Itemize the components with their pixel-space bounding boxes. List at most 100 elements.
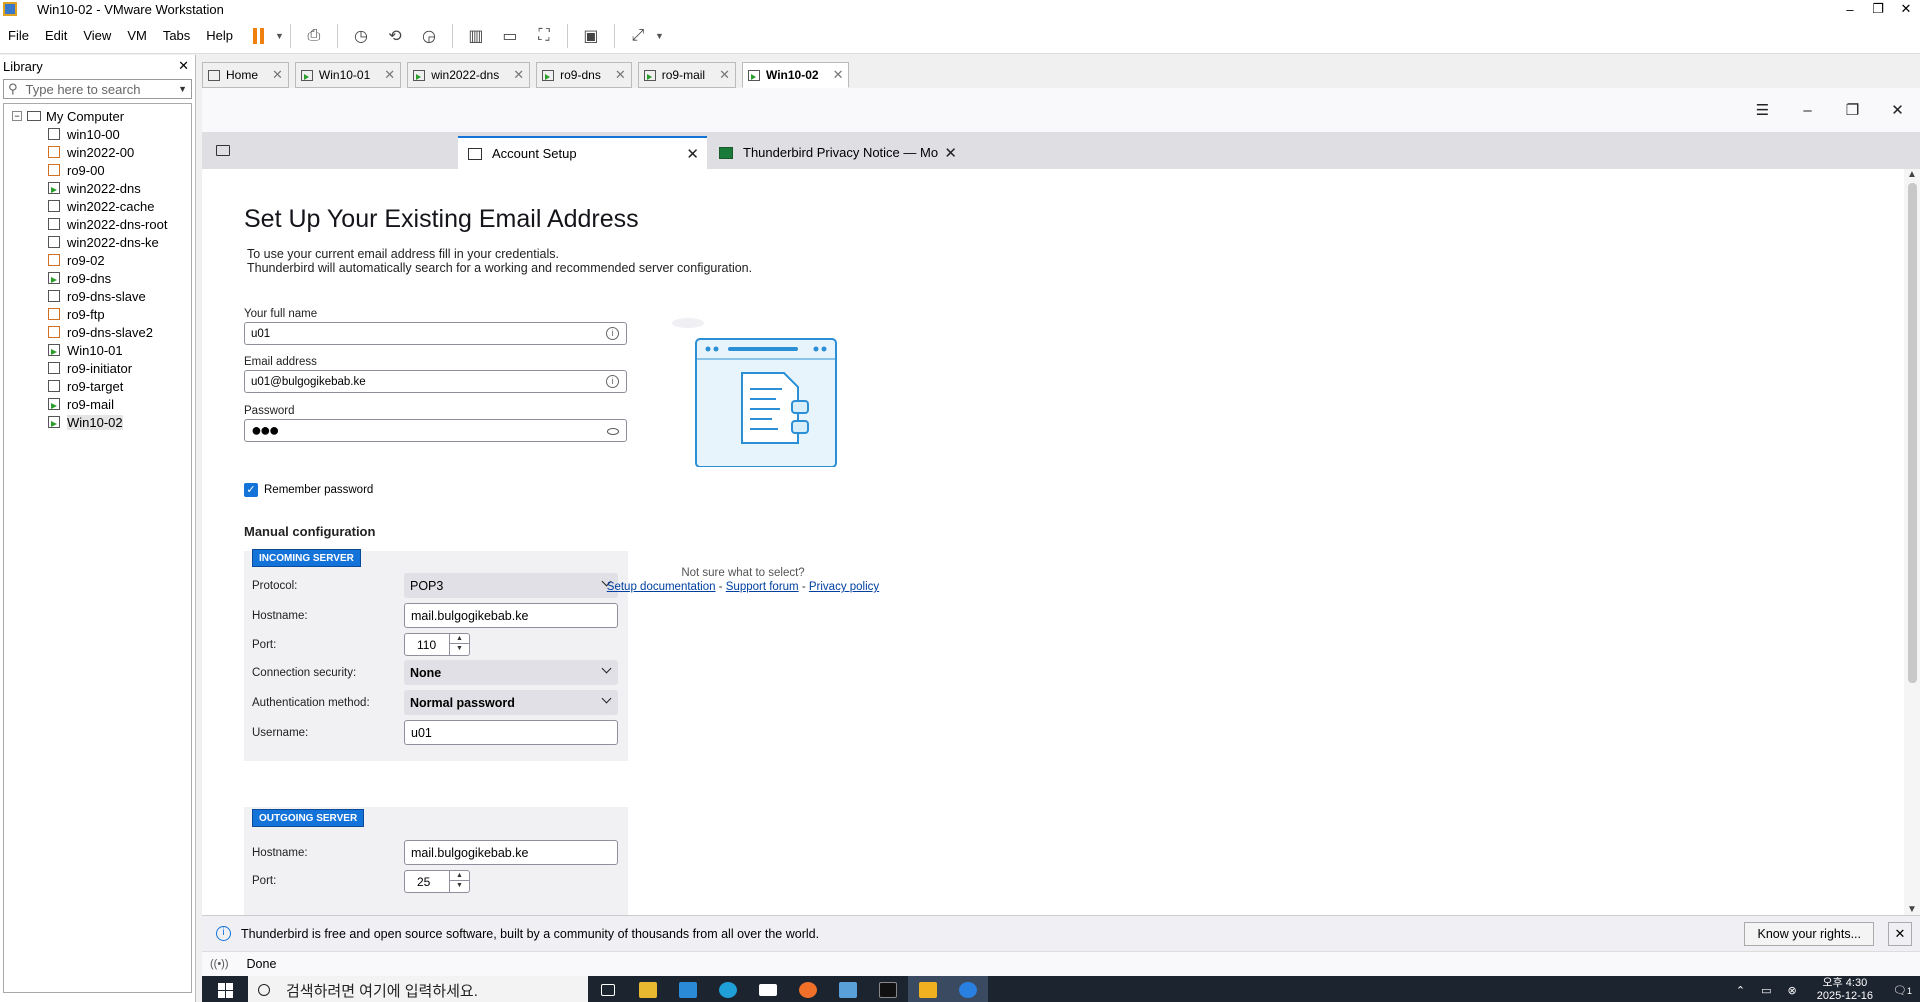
library-item[interactable]: ro9-initiator bbox=[4, 359, 191, 377]
mail-button[interactable] bbox=[748, 976, 788, 1002]
edge-button[interactable] bbox=[708, 976, 748, 1002]
tab-close-icon[interactable]: ✕ bbox=[615, 67, 626, 83]
increment-icon[interactable]: ▲ bbox=[450, 871, 469, 881]
info-icon[interactable]: i bbox=[606, 327, 619, 340]
setup-documentation-link[interactable]: Setup documentation bbox=[607, 581, 716, 593]
library-item[interactable]: Win10-02 bbox=[4, 413, 191, 431]
outgoing-hostname-input[interactable]: mail.bulgogikebab.ke bbox=[404, 840, 618, 865]
library-item[interactable]: win2022-dns-ke bbox=[4, 233, 191, 251]
tree-root-my-computer[interactable]: − My Computer bbox=[4, 107, 191, 125]
terminal-button[interactable] bbox=[868, 976, 908, 1002]
library-item[interactable]: ro9-dns-slave2 bbox=[4, 323, 191, 341]
show-library-button[interactable]: ▥ bbox=[462, 22, 490, 50]
vm-tab[interactable]: Win10-02 ✕ bbox=[741, 62, 850, 88]
pause-dropdown-icon[interactable]: ▼ bbox=[275, 31, 284, 41]
menu-view[interactable]: View bbox=[75, 28, 119, 43]
library-item[interactable]: ro9-dns-slave bbox=[4, 287, 191, 305]
security-button[interactable] bbox=[908, 976, 948, 1002]
app-menu-button[interactable]: ☰ bbox=[1740, 96, 1785, 124]
menu-edit[interactable]: Edit bbox=[37, 28, 75, 43]
stretch-guest-button[interactable]: ⤢ bbox=[624, 22, 652, 50]
know-your-rights-button[interactable]: Know your rights... bbox=[1744, 921, 1874, 946]
increment-icon[interactable]: ▲ bbox=[450, 634, 469, 644]
password-input[interactable]: ●●● bbox=[244, 419, 627, 442]
tab-close-icon[interactable]: ✕ bbox=[686, 145, 699, 163]
tab-privacy-notice[interactable]: Thunderbird Privacy Notice — Mo ✕ bbox=[713, 136, 965, 169]
outgoing-port-stepper[interactable]: 25 ▲ ▼ bbox=[404, 870, 470, 893]
library-item[interactable]: ro9-00 bbox=[4, 161, 191, 179]
vm-tab[interactable]: Home ✕ bbox=[202, 62, 289, 88]
remember-password-checkbox[interactable]: ✓ Remember password bbox=[244, 483, 373, 497]
menu-tabs[interactable]: Tabs bbox=[155, 28, 198, 43]
vm-tab[interactable]: win2022-dns ✕ bbox=[407, 62, 531, 88]
privacy-policy-link[interactable]: Privacy policy bbox=[809, 581, 879, 593]
tb-close-button[interactable]: ✕ bbox=[1875, 96, 1920, 124]
snapshot-button[interactable]: ◷ bbox=[347, 22, 375, 50]
content-scrollbar[interactable]: ▲ ▼ bbox=[1904, 169, 1920, 915]
vm-tab[interactable]: Win10-01 ✕ bbox=[294, 62, 402, 88]
taskbar-search-input[interactable]: 검색하려면 여기에 입력하세요. bbox=[248, 976, 588, 1002]
send-ctrl-alt-del-button[interactable]: ⎙ bbox=[300, 22, 328, 50]
decrement-icon[interactable]: ▼ bbox=[450, 644, 469, 654]
minimize-button[interactable]: – bbox=[1836, 0, 1864, 18]
full-screen-button[interactable]: ⛶ bbox=[530, 22, 558, 50]
chevron-up-icon[interactable]: ⌃ bbox=[1736, 984, 1745, 997]
broadcast-icon[interactable]: ((•)) bbox=[210, 958, 229, 970]
console-view-button[interactable]: ▣ bbox=[577, 22, 605, 50]
library-item[interactable]: Win10-01 bbox=[4, 341, 191, 359]
tab-close-icon[interactable]: ✕ bbox=[833, 67, 844, 83]
library-item[interactable]: win2022-00 bbox=[4, 143, 191, 161]
info-icon[interactable]: i bbox=[606, 375, 619, 388]
tb-minimize-button[interactable]: – bbox=[1785, 96, 1830, 124]
protocol-select[interactable]: POP3 bbox=[404, 573, 618, 598]
network-icon[interactable]: ▭ bbox=[1761, 984, 1771, 997]
tab-close-icon[interactable]: ✕ bbox=[513, 67, 524, 83]
file-explorer-button[interactable] bbox=[628, 976, 668, 1002]
snapshot-manager-button[interactable]: ◶ bbox=[415, 22, 443, 50]
notification-close-button[interactable]: ✕ bbox=[1888, 921, 1912, 946]
thunderbird-button[interactable] bbox=[948, 976, 988, 1002]
scroll-thumb[interactable] bbox=[1908, 183, 1917, 683]
library-item[interactable]: ro9-02 bbox=[4, 251, 191, 269]
connection-security-select[interactable]: None bbox=[404, 660, 618, 685]
tab-account-setup[interactable]: Account Setup ✕ bbox=[458, 136, 707, 169]
menu-vm[interactable]: VM bbox=[119, 28, 155, 43]
library-item[interactable]: ro9-ftp bbox=[4, 305, 191, 323]
incoming-port-stepper[interactable]: 110 ▲ ▼ bbox=[404, 633, 470, 656]
volume-muted-icon[interactable]: ⊗ bbox=[1788, 984, 1797, 997]
tab-close-icon[interactable]: ✕ bbox=[384, 67, 395, 83]
library-item[interactable]: ro9-mail bbox=[4, 395, 191, 413]
close-button[interactable]: ✕ bbox=[1892, 0, 1920, 18]
library-search-input[interactable]: ⚲ Type here to search ▼ bbox=[3, 79, 192, 99]
checkbox-checked-icon[interactable]: ✓ bbox=[244, 483, 258, 497]
library-item[interactable]: ro9-dns bbox=[4, 269, 191, 287]
tab-close-icon[interactable]: ✕ bbox=[719, 67, 730, 83]
support-forum-link[interactable]: Support forum bbox=[726, 581, 799, 593]
maximize-button[interactable]: ❐ bbox=[1864, 0, 1892, 18]
full-name-input[interactable]: u01 i bbox=[244, 322, 627, 345]
notification-center-icon[interactable]: 🗨1 bbox=[1893, 984, 1912, 997]
tb-maximize-button[interactable]: ❐ bbox=[1830, 96, 1875, 124]
menu-file[interactable]: File bbox=[0, 28, 37, 43]
stretch-dropdown-icon[interactable]: ▼ bbox=[655, 31, 664, 41]
auth-method-select[interactable]: Normal password bbox=[404, 690, 618, 715]
decrement-icon[interactable]: ▼ bbox=[450, 881, 469, 891]
scroll-up-icon[interactable]: ▲ bbox=[1907, 169, 1917, 180]
store-button[interactable] bbox=[668, 976, 708, 1002]
email-input[interactable]: u01@bulgogikebab.ke i bbox=[244, 370, 627, 393]
library-item[interactable]: ro9-target bbox=[4, 377, 191, 395]
vm-tab[interactable]: ro9-mail ✕ bbox=[637, 62, 736, 88]
incoming-hostname-input[interactable]: mail.bulgogikebab.ke bbox=[404, 603, 618, 628]
folder-icon[interactable] bbox=[216, 145, 230, 156]
library-item[interactable]: win2022-cache bbox=[4, 197, 191, 215]
vm-tab[interactable]: ro9-dns ✕ bbox=[536, 62, 632, 88]
library-item[interactable]: win10-00 bbox=[4, 125, 191, 143]
remote-desktop-button[interactable] bbox=[828, 976, 868, 1002]
pause-button[interactable] bbox=[244, 22, 272, 50]
clock[interactable]: 오후 4:30 2025-12-16 bbox=[1817, 977, 1873, 1002]
start-button[interactable] bbox=[202, 976, 248, 1002]
show-password-icon[interactable] bbox=[607, 428, 619, 435]
scroll-down-icon[interactable]: ▼ bbox=[1907, 904, 1917, 915]
library-item[interactable]: win2022-dns-root bbox=[4, 215, 191, 233]
menu-help[interactable]: Help bbox=[198, 28, 241, 43]
